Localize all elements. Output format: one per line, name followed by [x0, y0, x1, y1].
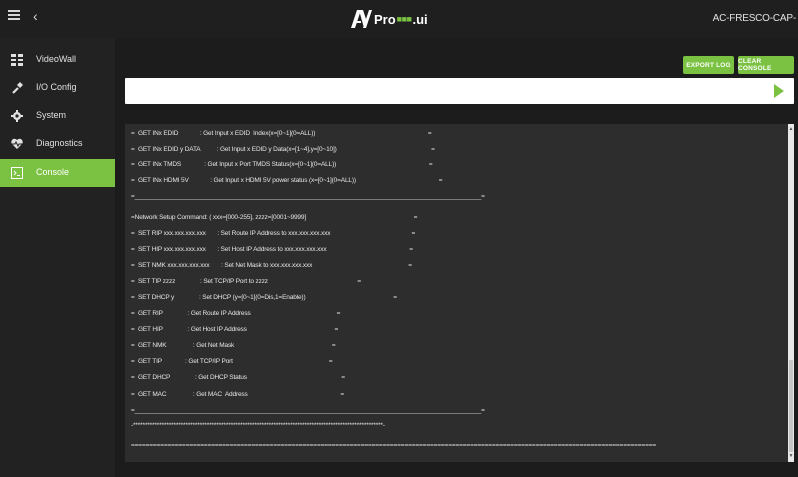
- grid-icon: [11, 54, 23, 66]
- hamburger-menu-icon[interactable]: [8, 10, 20, 20]
- console-line: = SET HIP xxx.xxx.xxx.xxx : Set Host IP …: [131, 246, 413, 253]
- console-line: = GET INx TMDS : Get Input x Port TMDS S…: [131, 161, 433, 168]
- sidebar-item-label: Console: [36, 167, 70, 177]
- sidebar-item-label: Diagnostics: [36, 138, 83, 148]
- sidebar-item-videowall[interactable]: VideoWall: [0, 46, 115, 74]
- console-line: = GET MAC : Get MAC Address =: [131, 391, 345, 398]
- sidebar-item-diagnostics[interactable]: Diagnostics: [0, 130, 115, 158]
- terminal-icon: [11, 167, 23, 179]
- console-line: ========================================…: [131, 442, 657, 449]
- console-line: = GET INx EDID y DATA : Get Input x EDID…: [131, 146, 435, 153]
- send-icon[interactable]: [774, 84, 784, 98]
- scroll-down-icon[interactable]: ▼: [788, 454, 794, 459]
- scroll-up-icon[interactable]: ▲: [788, 127, 794, 132]
- sidebar-item-label: System: [36, 110, 67, 120]
- clear-console-button[interactable]: CLEAR CONSOLE: [738, 56, 794, 74]
- console-line: =_______________________________________…: [131, 193, 485, 200]
- sidebar-item-console[interactable]: Console: [0, 159, 115, 187]
- console-line: = SET DHCP y : Set DHCP (y=[0~1](0=Dis,1…: [131, 294, 397, 301]
- scrollbar-thumb[interactable]: [789, 360, 793, 452]
- console-line: = SET TIP zzzz : Set TCP/IP Port to zzzz…: [131, 278, 361, 285]
- command-field[interactable]: [131, 82, 761, 100]
- console-line: = GET RIP : Get Route IP Address =: [131, 310, 341, 317]
- console-scrollbar[interactable]: ▲ ▼: [788, 124, 794, 462]
- export-log-button[interactable]: EXPORT LOG: [683, 56, 734, 74]
- console-line: = SET RIP xxx.xxx.xxx.xxx : Set Route IP…: [131, 230, 416, 237]
- back-chevron-icon[interactable]: ‹: [33, 8, 38, 24]
- console-line: = GET DHCP : Get DHCP Status =: [131, 374, 345, 381]
- main-panel: EXPORT LOG CLEAR CONSOLE = GET INx EDID …: [115, 38, 798, 477]
- sidebar-item-label: I/O Config: [36, 82, 77, 92]
- console-line: = GET NMK : Get Net Mask =: [131, 342, 336, 349]
- av-logo-icon: [351, 10, 372, 28]
- console-line: =_______________________________________…: [131, 407, 485, 414]
- console-line: = GET INx EDID : Get Input x EDID Index(…: [131, 130, 432, 137]
- console-line: = GET TIP : Get TCP/IP Port =: [131, 358, 333, 365]
- gear-icon: [11, 110, 23, 122]
- sidebar-item-system[interactable]: System: [0, 102, 115, 130]
- console-output: = GET INx EDID : Get Input x EDID Index(…: [125, 124, 794, 462]
- brand-pro-text: Pro: [374, 11, 396, 27]
- heartbeat-icon: [11, 138, 23, 149]
- brand-ui-text: .ui: [412, 11, 428, 27]
- top-bar: ‹ Pro ■■■ .ui AC-FRESCO-CAP-: [0, 0, 798, 38]
- command-input[interactable]: [125, 78, 794, 104]
- sidebar-item-label: VideoWall: [36, 54, 77, 64]
- device-name: AC-FRESCO-CAP-: [712, 13, 797, 24]
- console-line: = GET HIP : Get Host IP Address =: [131, 326, 339, 333]
- console-line: -***************************************…: [131, 422, 385, 429]
- sidebar: VideoWall I/O Config System Diagnostics …: [0, 38, 115, 477]
- sidebar-item-io-config[interactable]: I/O Config: [0, 74, 115, 102]
- console-line: =Network Setup Command: ( xxx=[000-255],…: [131, 214, 418, 221]
- console-line: = GET INx HDMI 5V : Get Input x HDMI 5V …: [131, 177, 443, 184]
- brand-dot-text: ■■■: [396, 14, 412, 24]
- avpro-logo: Pro ■■■ .ui: [350, 5, 428, 33]
- io-config-icon: [12, 82, 23, 94]
- console-line: = SET NMK xxx.xxx.xxx.xxx : Set Net Mask…: [131, 262, 412, 269]
